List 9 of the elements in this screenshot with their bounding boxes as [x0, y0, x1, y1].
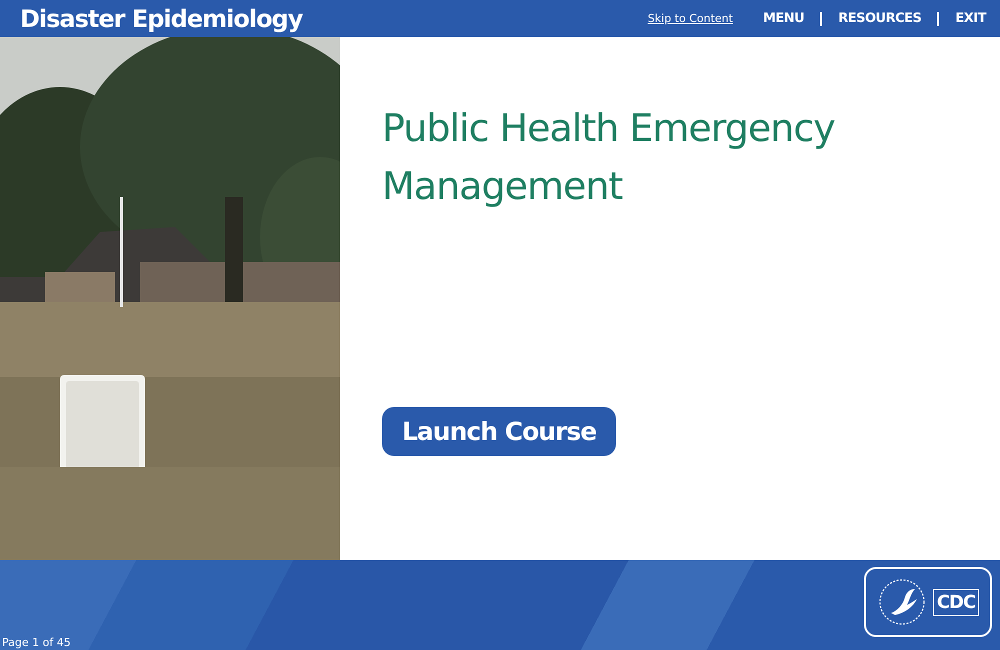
nav-link[interactable]: EXIT: [955, 11, 986, 26]
page-indicator: Page 1 of 45: [2, 636, 71, 650]
nav-link[interactable]: RESOURCES: [838, 11, 922, 26]
launch-course-button[interactable]: Launch Course: [382, 407, 616, 456]
nav-link[interactable]: MENU: [762, 11, 804, 26]
logo-text: CDC: [932, 588, 980, 616]
site-title: Disaster Epidemiology: [20, 4, 302, 32]
course-title: Public Health Emergency Management: [382, 105, 836, 210]
skip-link[interactable]: Skip to Content: [648, 12, 733, 25]
